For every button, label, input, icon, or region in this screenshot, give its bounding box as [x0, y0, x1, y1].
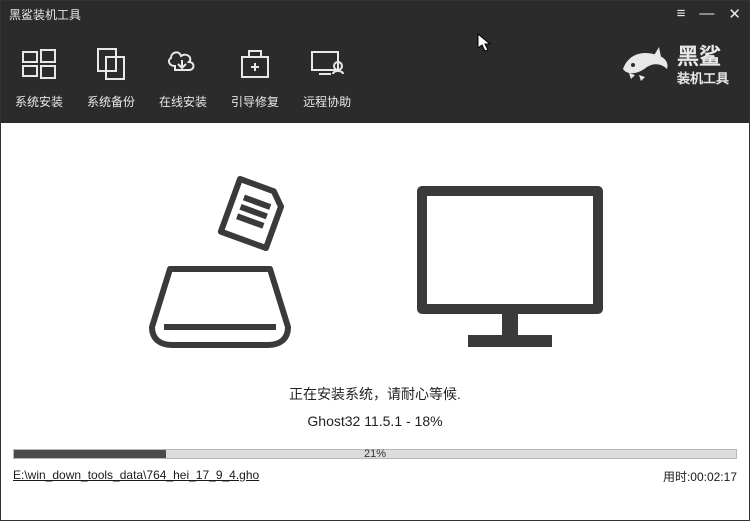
app-title: 黑鲨装机工具 [9, 6, 81, 23]
window-controls: ≡ — ✕ [677, 5, 741, 23]
status-text: 正在安装系统，请耐心等候. Ghost32 11.5.1 - 18% [289, 381, 461, 434]
tool-system-backup[interactable]: 系统备份 [87, 41, 135, 110]
tool-system-install[interactable]: 系统安装 [15, 41, 63, 110]
toolbar: 系统安装 系统备份 在线安装 引导修复 远程协助 黑鲨 装机 [1, 27, 749, 123]
tool-label: 系统安装 [15, 93, 63, 110]
monitor-icon [410, 179, 610, 359]
tool-boot-repair[interactable]: 引导修复 [231, 41, 279, 110]
tool-label: 远程协助 [303, 93, 351, 110]
progress-bar: 21% [13, 449, 737, 459]
cursor-icon [477, 33, 493, 53]
close-icon[interactable]: ✕ [728, 5, 741, 23]
windows-install-icon [16, 41, 62, 87]
progress-fill [14, 450, 166, 458]
copy-icon [88, 41, 134, 87]
minimize-icon[interactable]: — [699, 5, 714, 23]
remote-monitor-icon [304, 41, 350, 87]
tool-online-install[interactable]: 在线安装 [159, 41, 207, 110]
tool-remote-assist[interactable]: 远程协助 [303, 41, 351, 110]
logo-line2: 装机工具 [677, 68, 729, 87]
cloud-download-icon [160, 41, 206, 87]
repair-kit-icon [232, 41, 278, 87]
file-path-link[interactable]: E:\win_down_tools_data\764_hei_17_9_4.gh… [13, 468, 259, 485]
illustration [140, 159, 610, 359]
main-content: 正在安装系统，请耐心等候. Ghost32 11.5.1 - 18% 21% E… [1, 123, 749, 489]
disk-file-icon [140, 169, 310, 359]
logo-line1: 黑鲨 [677, 46, 729, 68]
shark-icon [617, 39, 671, 93]
footer: E:\win_down_tools_data\764_hei_17_9_4.gh… [13, 468, 737, 485]
progress-percent: 21% [364, 448, 386, 460]
tool-label: 系统备份 [87, 93, 135, 110]
brand-logo: 黑鲨 装机工具 [617, 39, 729, 93]
tool-label: 引导修复 [231, 93, 279, 110]
menu-icon[interactable]: ≡ [677, 5, 686, 23]
progress-area: 21% [13, 449, 737, 459]
elapsed-time: 用时:00:02:17 [663, 468, 737, 485]
tool-label: 在线安装 [159, 93, 207, 110]
status-line2: Ghost32 11.5.1 - 18% [289, 408, 461, 435]
titlebar: 黑鲨装机工具 ≡ — ✕ [1, 1, 749, 27]
status-line1: 正在安装系统，请耐心等候. [289, 381, 461, 408]
